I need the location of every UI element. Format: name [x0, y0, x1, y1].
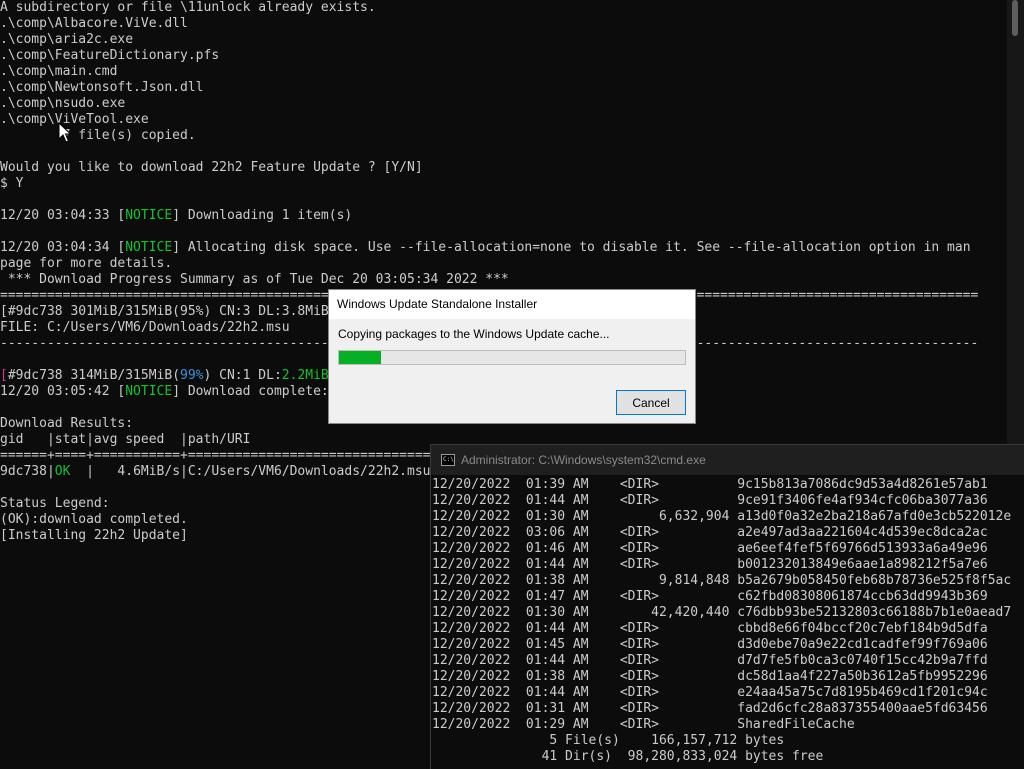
console-text: ] Downloading 1 item(s)	[172, 208, 353, 223]
directory-row: 12/20/2022 01:38 AM 9,814,848 b5a2679b05…	[432, 573, 1012, 588]
directory-row: 12/20/2022 01:30 AM 42,420,440 c76dbb93b…	[432, 605, 1012, 620]
notice-tag: NOTICE	[125, 384, 173, 399]
console-line: 12/20 03:04:33 [NOTICE] Downloading 1 it…	[0, 208, 352, 224]
directory-row: 12/20/2022 01:39 AM <DIR> 9c15b813a7086d…	[432, 477, 988, 492]
console-line: .\comp\Newtonsoft.Json.dll	[0, 80, 204, 95]
console-line: *** Download Progress Summary as of Tue …	[0, 272, 509, 287]
directory-row: 12/20/2022 01:44 AM <DIR> e24aa45a75c7d8…	[432, 685, 988, 700]
console-line: [#9dc738 314MiB/315MiB(99%) CN:1 DL:2.2M…	[0, 368, 337, 384]
cmd-window[interactable]: C:\ Administrator: C:\Windows\system32\c…	[430, 444, 1024, 769]
directory-row: 12/20/2022 01:47 AM <DIR> c62fbd08308061…	[432, 589, 988, 604]
console-line: .\comp\FeatureDictionary.pfs	[0, 48, 220, 63]
console-line: 7 file(s) copied.	[0, 128, 196, 143]
directory-row: 12/20/2022 01:30 AM 6,632,904 a13d0f0a32…	[432, 509, 1012, 524]
progress-percent: 99%	[180, 368, 204, 383]
directory-row: 12/20/2022 01:44 AM <DIR> 9ce91f3406fe4a…	[432, 493, 988, 508]
dialog-message: Copying packages to the Windows Update c…	[338, 327, 610, 341]
console-text: 12/20 03:04:33 [	[0, 208, 126, 223]
console-text: 12/20 03:05:42 [	[0, 384, 126, 399]
mouse-cursor-icon	[58, 122, 72, 143]
console-line: .\comp\ViVeTool.exe	[0, 112, 149, 127]
console-line: A subdirectory or file \11unlock already…	[0, 0, 376, 15]
console-line: 9dc738|OK | 4.6MiB/s|C:/Users/VM6/Downlo…	[0, 464, 430, 480]
directory-row: 12/20/2022 01:44 AM <DIR> b001232013849e…	[432, 557, 988, 572]
notice-tag: NOTICE	[125, 208, 173, 223]
directory-row: 12/20/2022 01:45 AM <DIR> d3d0ebe70a9e22…	[432, 637, 988, 652]
console-line: Status Legend:	[0, 496, 110, 511]
console-line: .\comp\Albacore.ViVe.dll	[0, 16, 188, 31]
notice-tag: NOTICE	[125, 240, 173, 255]
console-line: Would you like to download 22h2 Feature …	[0, 160, 423, 175]
directory-row: 12/20/2022 01:38 AM <DIR> dc58d1aa4f227a…	[432, 669, 988, 684]
console-text: ] Allocating disk space. Use --file-allo…	[172, 240, 971, 255]
directory-row: 12/20/2022 01:29 AM <DIR> SharedFileCach…	[432, 717, 855, 732]
console-line: [Installing 22h2 Update]	[0, 528, 188, 543]
console-text: 12/20 03:04:34 [	[0, 240, 126, 255]
download-speed: 2.2MiB	[281, 368, 329, 383]
console-line: FILE: C:/Users/VM6/Downloads/22h2.msu	[0, 320, 290, 335]
console-line: 12/20 03:04:34 [NOTICE] Allocating disk …	[0, 240, 971, 256]
console-line: .\comp\main.cmd	[0, 64, 118, 79]
directory-row: 12/20/2022 01:31 AM <DIR> fad2d6cfc28a83…	[432, 701, 988, 716]
console-line: page for more details.	[0, 256, 173, 271]
directory-row: 5 File(s) 166,157,712 bytes	[432, 733, 785, 748]
scrollbar-thumb[interactable]	[1012, 0, 1018, 36]
console-line: .\comp\nsudo.exe	[0, 96, 126, 111]
cancel-button[interactable]: Cancel	[616, 390, 686, 415]
console-text: | 4.6MiB/s|C:/Users/VM6/Downloads/22h2.m…	[70, 464, 431, 479]
console-line: .\comp\aria2c.exe	[0, 32, 134, 47]
dialog-title: Windows Update Standalone Installer	[337, 297, 538, 311]
directory-row: 12/20/2022 03:06 AM <DIR> a2e497ad3aa221…	[432, 525, 988, 540]
dialog-titlebar[interactable]: Windows Update Standalone Installer	[329, 290, 695, 319]
console-text: 9dc738|	[0, 464, 55, 479]
console-line: gid |stat|avg speed |path/URI	[0, 432, 251, 447]
progress-bar	[338, 350, 686, 365]
directory-row: 12/20/2022 01:44 AM <DIR> d7d7fe5fb0ca3c…	[432, 653, 988, 668]
directory-row: 12/20/2022 01:44 AM <DIR> cbbd8e66f04bcc…	[432, 621, 988, 636]
directory-row: 41 Dir(s) 98,280,833,024 bytes free	[432, 749, 824, 764]
console-line: (OK):download completed.	[0, 512, 188, 527]
console-line: Download Results:	[0, 416, 134, 431]
console-text: [	[0, 368, 8, 383]
progress-fill	[339, 351, 381, 364]
directory-row: 12/20/2022 01:46 AM <DIR> ae6eef4fef5f69…	[432, 541, 988, 556]
console-line: $ Y	[0, 176, 24, 191]
cmd-window-title: Administrator: C:\Windows\system32\cmd.e…	[461, 453, 706, 467]
status-ok: OK	[54, 464, 71, 479]
cmd-icon: C:\	[441, 454, 455, 466]
console-text: #9dc738 314MiB/315MiB(	[7, 368, 181, 383]
update-installer-dialog: Windows Update Standalone Installer Copy…	[328, 289, 696, 424]
console-text: ) CN:1 DL:	[203, 368, 282, 383]
cmd-window-titlebar[interactable]: C:\ Administrator: C:\Windows\system32\c…	[431, 445, 1024, 475]
